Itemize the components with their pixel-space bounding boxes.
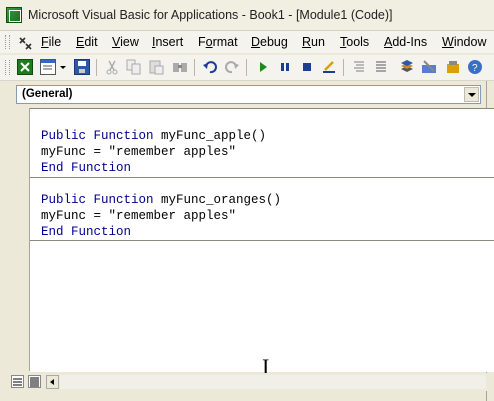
procedure-separator — [30, 177, 494, 178]
horizontal-scrollbar[interactable] — [60, 375, 486, 389]
code-line[interactable]: Public Function myFunc_apple() — [41, 128, 266, 144]
keyword: Public Function — [41, 129, 154, 143]
run-icon[interactable] — [255, 59, 271, 75]
excel-vba-app-icon — [6, 7, 22, 23]
procedure-view-icon[interactable] — [11, 375, 24, 388]
toolbox-icon[interactable] — [421, 59, 437, 75]
title-bar: Microsoft Visual Basic for Applications … — [0, 0, 494, 31]
code-window-icon[interactable] — [17, 35, 33, 50]
toolbar-grip[interactable] — [5, 60, 10, 75]
paste-icon[interactable] — [148, 59, 164, 75]
object-combo[interactable]: (General) — [16, 85, 481, 104]
function-name: myFunc_apple() — [153, 129, 267, 143]
design-mode-icon[interactable] — [321, 59, 337, 75]
code-line[interactable]: myFunc = "remember apples" — [41, 144, 236, 160]
menu-file[interactable]: File — [41, 35, 61, 49]
scroll-left-arrow[interactable] — [46, 375, 59, 389]
reset-icon[interactable] — [299, 59, 315, 75]
full-module-view-icon[interactable] — [28, 375, 41, 388]
menu-debug[interactable]: Debug — [251, 35, 288, 49]
insert-dropdown-icon[interactable] — [60, 66, 66, 69]
menu-bar: File Edit View Insert Format Debug Run T… — [0, 31, 494, 53]
menu-edit[interactable]: Edit — [76, 35, 98, 49]
menu-tools[interactable]: Tools — [340, 35, 369, 49]
code-statement: myFunc = "remember apples" — [41, 209, 237, 223]
margin-indicator-bar[interactable] — [10, 108, 30, 371]
keyword: End Function — [41, 225, 132, 239]
menu-insert[interactable]: Insert — [152, 35, 183, 49]
save-icon[interactable] — [74, 59, 90, 75]
undo-icon[interactable] — [202, 59, 218, 75]
properties-icon[interactable] — [373, 59, 389, 75]
menu-view[interactable]: View — [112, 35, 139, 49]
keyword: End Function — [41, 161, 132, 175]
cut-icon[interactable] — [104, 59, 120, 75]
object-browser-icon[interactable] — [399, 59, 415, 75]
toolbar-separator — [246, 59, 247, 76]
break-icon[interactable] — [277, 59, 293, 75]
menu-add-ins[interactable]: Add-Ins — [384, 35, 427, 49]
menu-format[interactable]: Format — [198, 35, 238, 49]
object-combo-value: (General) — [22, 88, 73, 100]
insert-module-icon[interactable] — [40, 59, 56, 75]
code-line[interactable]: myFunc = "remember apples" — [41, 208, 236, 224]
project-explorer-icon[interactable] — [351, 59, 367, 75]
code-line[interactable]: Public Function myFunc_oranges() — [41, 192, 281, 208]
window-title: Microsoft Visual Basic for Applications … — [28, 8, 393, 22]
toolbar-separator — [343, 59, 344, 76]
standard-toolbar: ? — [0, 55, 494, 81]
toolbar-separator — [194, 59, 195, 76]
function-name: myFunc_oranges() — [153, 193, 282, 207]
menubar-grip[interactable] — [5, 35, 10, 49]
find-icon[interactable] — [172, 59, 188, 75]
keyword: Public Function — [41, 193, 154, 207]
menu-window[interactable]: Window — [442, 35, 486, 49]
menu-run[interactable]: Run — [302, 35, 325, 49]
help-icon[interactable]: ? — [467, 59, 483, 75]
code-line[interactable]: End Function — [41, 160, 131, 176]
redo-icon[interactable] — [224, 59, 240, 75]
code-statement: myFunc = "remember apples" — [41, 145, 237, 159]
excel-view-icon[interactable] — [17, 59, 33, 75]
toolbox-alt-icon[interactable] — [445, 59, 461, 75]
code-line[interactable]: End Function — [41, 224, 131, 240]
copy-icon[interactable] — [126, 59, 142, 75]
svg-text:?: ? — [472, 63, 478, 74]
toolbar-separator — [96, 59, 97, 76]
procedure-separator — [30, 240, 494, 241]
chevron-down-icon[interactable] — [464, 87, 479, 102]
